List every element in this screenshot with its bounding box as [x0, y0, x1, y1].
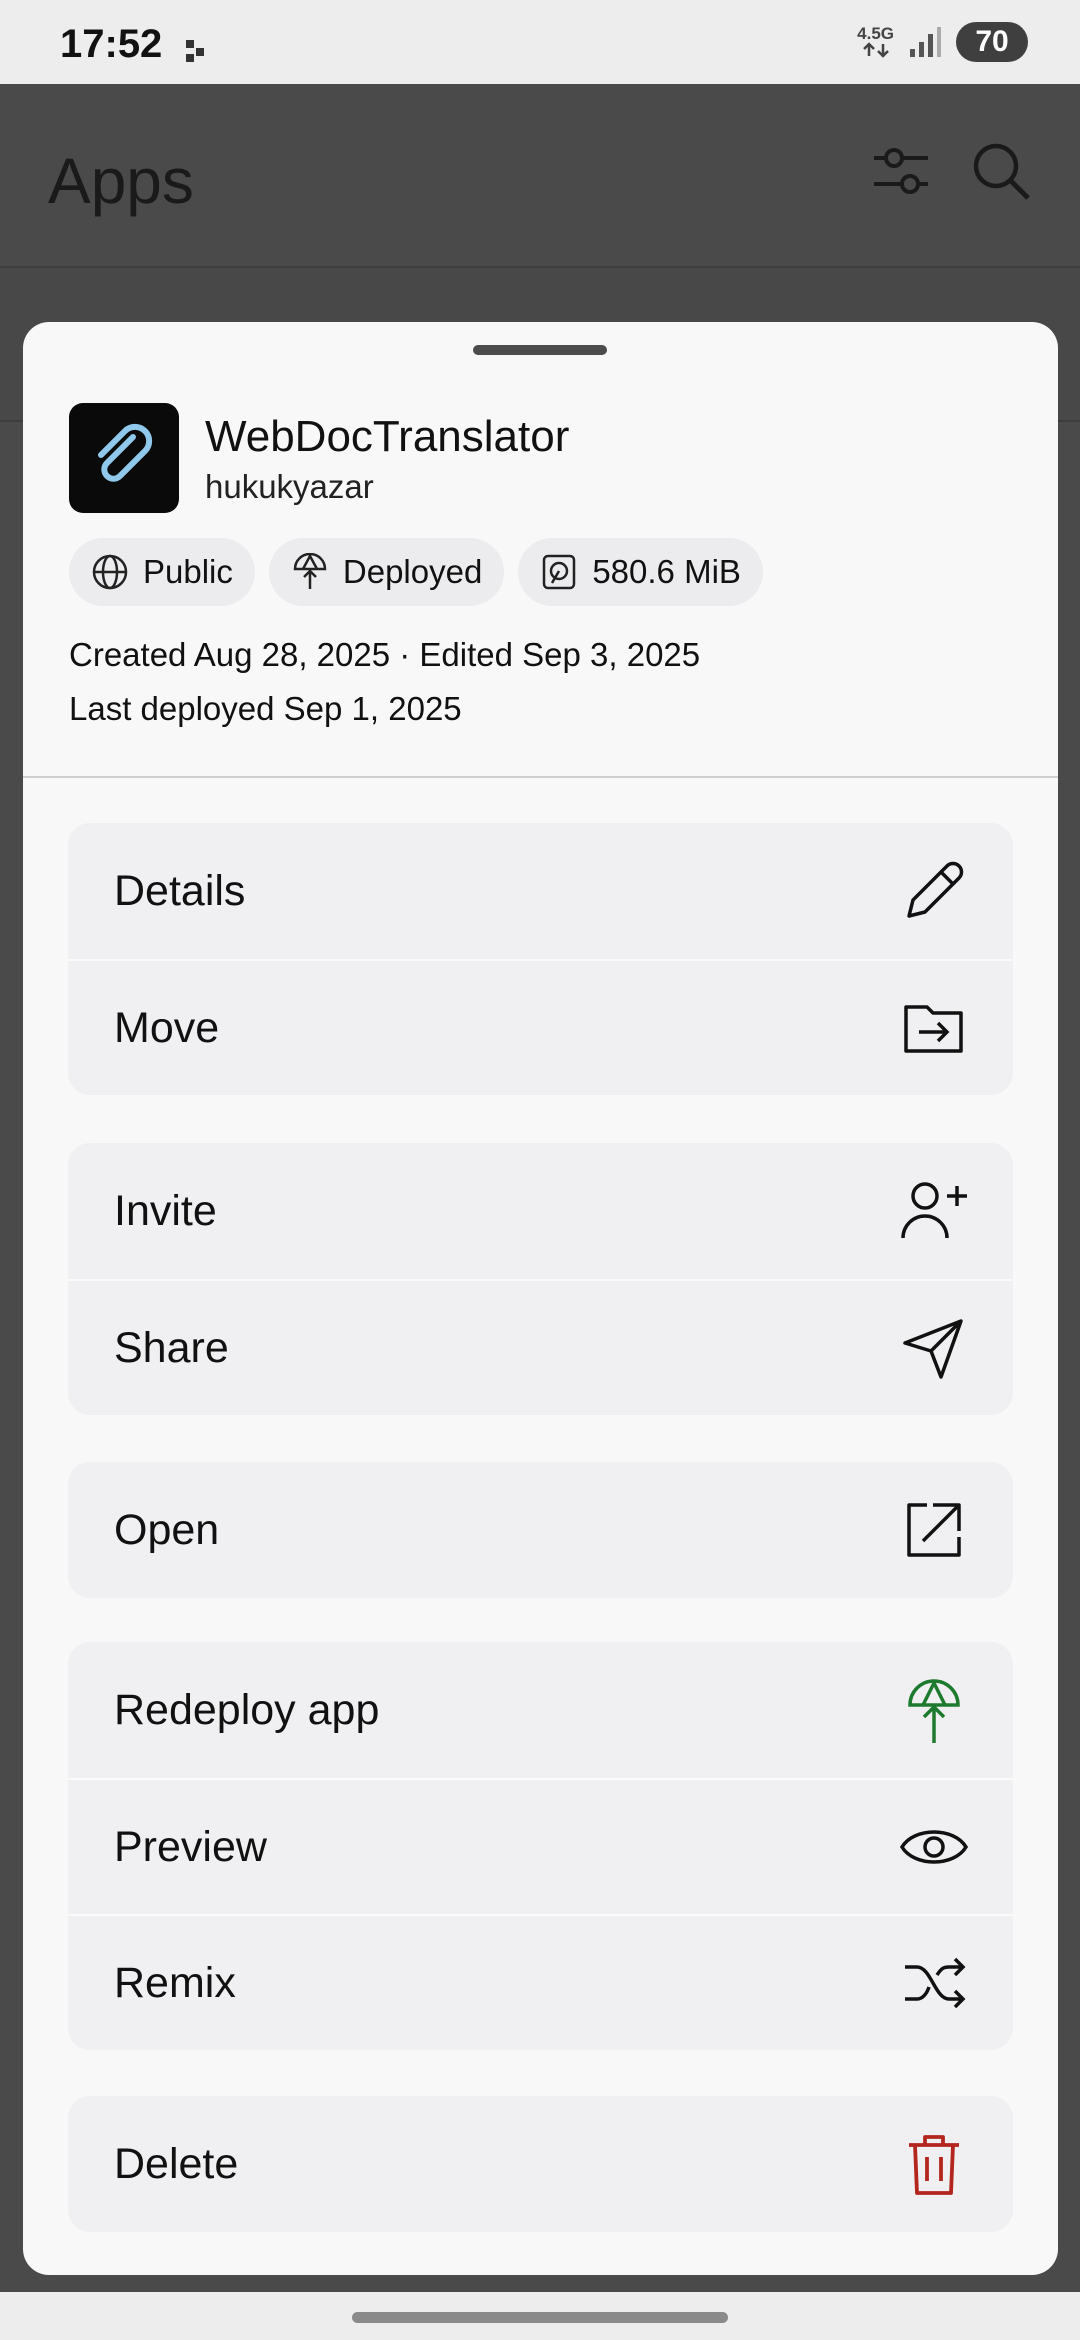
deploy-status-chip: Deployed [268, 538, 505, 606]
action-group-collaborate: Invite Share [68, 1143, 1013, 1415]
battery-level: 70 [975, 25, 1009, 58]
visibility-chip: Public [69, 538, 255, 606]
sheet-drag-handle[interactable] [473, 345, 607, 355]
preview-button[interactable]: Preview [68, 1778, 1013, 1914]
app-owner: hukukyazar [205, 468, 374, 505]
notification-dots-icon [186, 40, 204, 62]
redeploy-app-button[interactable]: Redeploy app [68, 1642, 1013, 1778]
open-button[interactable]: Open [68, 1462, 1013, 1598]
folder-move-icon [899, 993, 969, 1063]
paperclip-icon [98, 423, 153, 482]
details-button[interactable]: Details [68, 823, 1013, 959]
redeploy-icon [899, 1675, 969, 1745]
status-time: 17:52 [60, 22, 163, 66]
system-nav-bar [0, 2292, 1080, 2340]
app-status-chips: Public Deployed 580.6 MiB [69, 538, 763, 606]
app-bar: Apps [0, 84, 1080, 268]
invite-label: Invite [114, 1186, 217, 1235]
app-actions-sheet: WebDocTranslator hukukyazar Public Deplo… [23, 322, 1058, 2275]
deploy-status-label: Deployed [342, 553, 483, 590]
send-icon [899, 1313, 969, 1383]
action-group-danger: Delete [68, 2096, 1013, 2232]
pencil-icon [899, 856, 969, 926]
action-group-deploy: Redeploy app Preview Remix [68, 1642, 1013, 2050]
storage-icon [543, 554, 576, 590]
deploy-icon [293, 553, 327, 589]
status-bar: 17:52 4.5G 70 [0, 0, 1080, 84]
network-type: 4.5G [857, 24, 894, 43]
eye-icon [899, 1812, 969, 1882]
delete-label: Delete [114, 2139, 239, 2188]
dates-line: Created Aug 28, 2025 · Edited Sep 3, 202… [69, 636, 701, 673]
network-indicator: 4.5G [857, 24, 894, 58]
storage-label: 580.6 MiB [592, 553, 741, 590]
search-icon[interactable] [970, 140, 1032, 207]
open-external-icon [899, 1495, 969, 1565]
divider [23, 776, 1058, 778]
remix-button[interactable]: Remix [68, 1914, 1013, 2050]
globe-icon [92, 554, 128, 590]
redeploy-label: Redeploy app [114, 1685, 380, 1734]
signal-icon [910, 27, 941, 57]
page-title: Apps [48, 145, 194, 217]
preview-label: Preview [114, 1822, 267, 1871]
share-label: Share [114, 1323, 229, 1372]
visibility-label: Public [143, 553, 233, 590]
last-deployed-line: Last deployed Sep 1, 2025 [69, 690, 462, 727]
home-gesture-handle[interactable] [352, 2312, 728, 2323]
filter-icon[interactable] [870, 140, 932, 207]
details-label: Details [114, 866, 246, 915]
storage-chip: 580.6 MiB [518, 538, 763, 606]
trash-icon [899, 2129, 969, 2199]
data-arrows-icon [862, 42, 889, 58]
battery-indicator: 70 [956, 22, 1028, 62]
move-label: Move [114, 1003, 220, 1052]
remix-label: Remix [114, 1958, 236, 2007]
app-icon [69, 403, 179, 513]
open-label: Open [114, 1505, 220, 1554]
action-group-edit: Details Move [68, 823, 1013, 1095]
delete-button[interactable]: Delete [68, 2096, 1013, 2232]
invite-button[interactable]: Invite [68, 1143, 1013, 1279]
move-button[interactable]: Move [68, 959, 1013, 1095]
shuffle-icon [899, 1948, 969, 2018]
action-group-open: Open [68, 1462, 1013, 1598]
app-name: WebDocTranslator [205, 412, 570, 461]
user-plus-icon [899, 1176, 969, 1246]
share-button[interactable]: Share [68, 1279, 1013, 1415]
